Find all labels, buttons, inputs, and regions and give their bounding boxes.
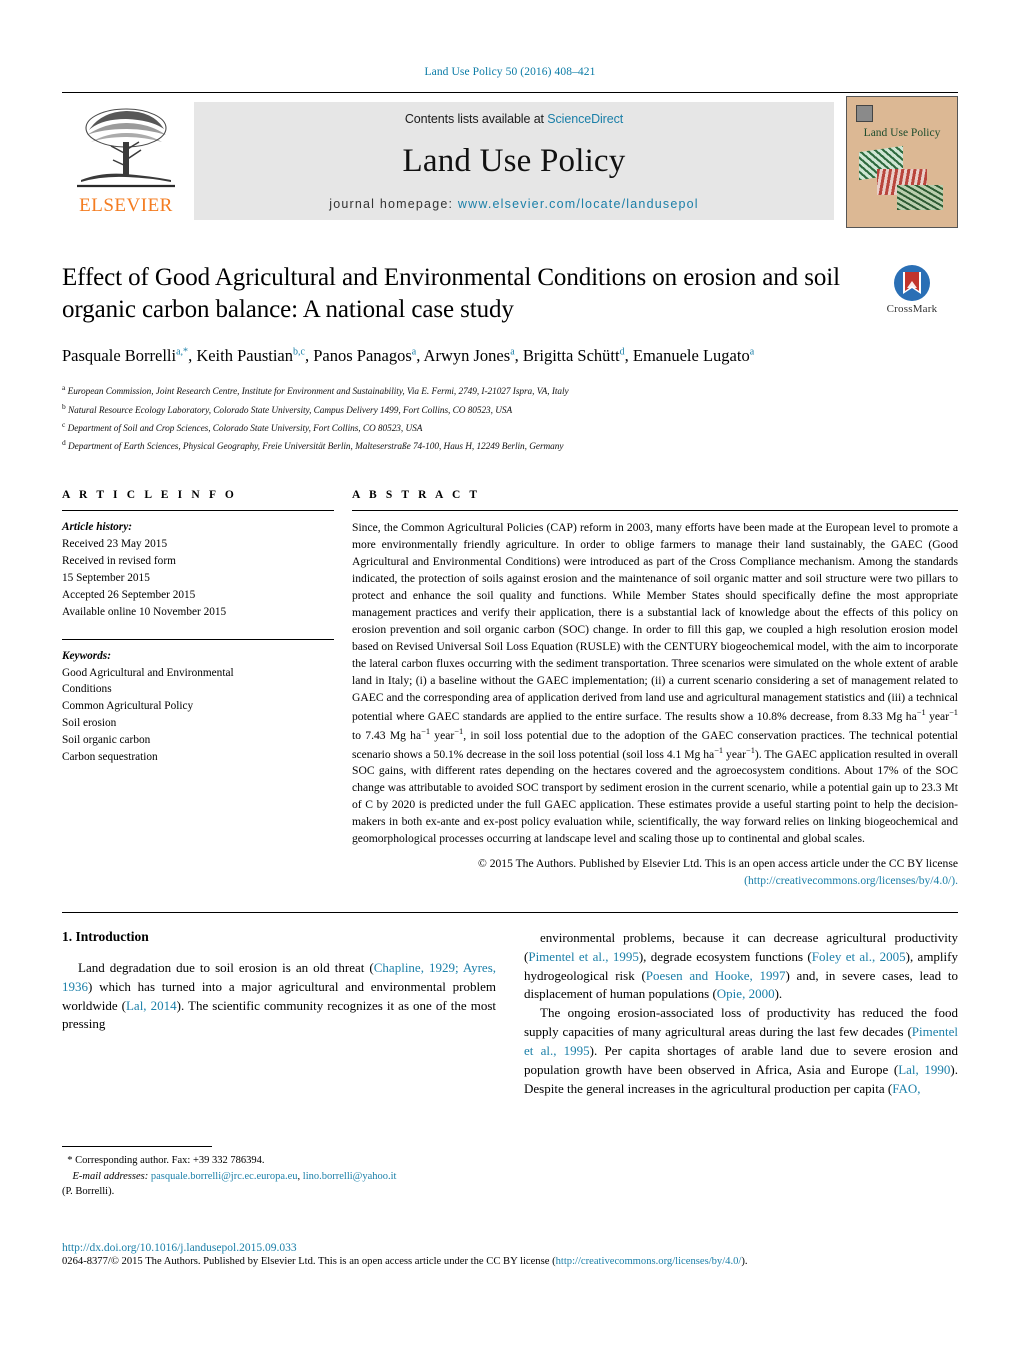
affiliation-text: European Commission, Joint Research Cent… bbox=[67, 387, 569, 398]
email-label: E-mail addresses: bbox=[72, 1170, 149, 1182]
footnote-divider bbox=[62, 1146, 212, 1147]
affiliation-mark: b bbox=[62, 401, 66, 411]
affiliation-item: d Department of Earth Sciences, Physical… bbox=[62, 437, 958, 455]
email-link-1[interactable]: pasquale.borrelli@jrc.ec.europa.eu bbox=[151, 1171, 298, 1182]
corresponding-author-note: * Corresponding author. Fax: +39 332 786… bbox=[62, 1153, 492, 1169]
cc-license-link[interactable]: (http://creativecommons.org/licenses/by/… bbox=[744, 874, 958, 887]
journal-band: Contents lists available at ScienceDirec… bbox=[194, 102, 834, 220]
sciencedirect-link[interactable]: ScienceDirect bbox=[547, 112, 623, 126]
page-footer: http://dx.doi.org/10.1016/j.landusepol.2… bbox=[62, 1242, 962, 1267]
intro-paragraph-left: Land degradation due to soil erosion is … bbox=[62, 959, 497, 1032]
copyright-text: © 2015 The Authors. Published by Elsevie… bbox=[478, 857, 958, 871]
article-info-heading: A R T I C L E I N F O bbox=[62, 488, 237, 501]
abstract-column: A B S T R A C T Since, the Common Agricu… bbox=[352, 489, 958, 890]
info-abstract-row: A R T I C L E I N F O Article history: R… bbox=[62, 489, 958, 890]
elsevier-logo: ELSEVIER bbox=[62, 102, 190, 228]
title-block: Effect of Good Agricultural and Environm… bbox=[62, 262, 958, 367]
crossmark-label: CrossMark bbox=[886, 303, 938, 315]
article-history-block: Article history: Received 23 May 2015 Re… bbox=[62, 511, 334, 621]
affiliation-item: a European Commission, Joint Research Ce… bbox=[62, 382, 958, 400]
history-line: Available online 10 November 2015 bbox=[62, 605, 227, 618]
affiliation-list: a European Commission, Joint Research Ce… bbox=[62, 382, 958, 455]
body-column-right: environmental problems, because it can d… bbox=[524, 929, 958, 1099]
abstract-heading: A B S T R A C T bbox=[352, 488, 481, 501]
author-list: Pasquale Borrellia,*, Keith Paustianb,c,… bbox=[62, 346, 755, 365]
elsevier-tree-icon bbox=[77, 108, 175, 188]
footer-license-link[interactable]: http://creativecommons.org/licenses/by/4… bbox=[556, 1256, 742, 1267]
footnote-block: * Corresponding author. Fax: +39 332 786… bbox=[62, 1146, 492, 1200]
homepage-prefix: journal homepage: bbox=[329, 197, 458, 211]
email-note: E-mail addresses: pasquale.borrelli@jrc.… bbox=[72, 1170, 397, 1182]
keyword-item: Common Agricultural Policy bbox=[62, 700, 194, 713]
affiliation-text: Natural Resource Ecology Laboratory, Col… bbox=[67, 405, 513, 416]
article-history-label: Article history: bbox=[62, 520, 132, 533]
contents-available-line: Contents lists available at ScienceDirec… bbox=[405, 112, 623, 126]
crossmark-badge[interactable]: CrossMark bbox=[866, 264, 958, 315]
elsevier-wordmark: ELSEVIER bbox=[79, 195, 173, 216]
email-link-2[interactable]: lino.borrelli@yahoo.it bbox=[303, 1171, 397, 1182]
affiliation-mark: c bbox=[62, 419, 66, 429]
affiliation-item: c Department of Soil and Crop Sciences, … bbox=[62, 419, 958, 437]
journal-cover-thumbnail: Land Use Policy bbox=[846, 96, 958, 228]
cc-license-url: http://creativecommons.org/licenses/by/4… bbox=[747, 874, 952, 888]
history-line: Accepted 26 September 2015 bbox=[62, 588, 196, 601]
affiliation-item: b Natural Resource Ecology Laboratory, C… bbox=[62, 401, 958, 419]
section-heading-introduction: 1. Introduction bbox=[62, 928, 149, 944]
cover-publisher-mark-icon bbox=[856, 105, 873, 122]
corresponding-author-text: * Corresponding author. Fax: +39 332 786… bbox=[67, 1155, 265, 1166]
keywords-label: Keywords: bbox=[62, 649, 111, 662]
intro-paragraph-right-1: environmental problems, because it can d… bbox=[524, 929, 958, 1002]
email-owner: (P. Borrelli). bbox=[62, 1186, 115, 1198]
title-column: Effect of Good Agricultural and Environm… bbox=[62, 262, 866, 367]
keyword-item: Carbon sequestration bbox=[62, 751, 158, 764]
cover-photo-3 bbox=[897, 185, 943, 210]
cover-title-text: Land Use Policy bbox=[863, 127, 941, 139]
keyword-item: Good Agricultural and Environmental bbox=[62, 666, 234, 679]
body-columns: 1. Introduction Land degradation due to … bbox=[62, 929, 958, 1099]
issn-copyright-line: 0264-8377/© 2015 The Authors. Published … bbox=[62, 1256, 962, 1267]
abstract-copyright: © 2015 The Authors. Published by Elsevie… bbox=[352, 856, 958, 890]
affiliation-text: Department of Earth Sciences, Physical G… bbox=[67, 441, 564, 452]
history-line: 15 September 2015 bbox=[62, 571, 150, 584]
body-top-divider bbox=[62, 911, 958, 913]
intro-paragraph-right-2: The ongoing erosion-associated loss of p… bbox=[524, 1005, 959, 1096]
affiliation-mark: d bbox=[62, 437, 66, 447]
running-head: Land Use Policy 50 (2016) 408–421 bbox=[424, 66, 596, 78]
issn-suffix: ). bbox=[741, 1256, 748, 1267]
homepage-url-link[interactable]: www.elsevier.com/locate/landusepol bbox=[458, 197, 699, 211]
keyword-item: Soil organic carbon bbox=[62, 734, 151, 747]
history-line: Received 23 May 2015 bbox=[62, 537, 168, 550]
contents-prefix: Contents lists available at bbox=[404, 112, 548, 126]
history-line: Received in revised form bbox=[62, 554, 176, 567]
issn-prefix: 0264-8377/© 2015 The Authors. Published … bbox=[62, 1256, 556, 1267]
journal-masthead: ELSEVIER Contents lists available at Sci… bbox=[62, 92, 958, 228]
page-title: Effect of Good Agricultural and Environm… bbox=[62, 264, 840, 323]
crossmark-icon[interactable] bbox=[893, 264, 931, 302]
doi-link[interactable]: http://dx.doi.org/10.1016/j.landusepol.2… bbox=[62, 1242, 962, 1254]
journal-title: Land Use Policy bbox=[402, 143, 626, 179]
paper-page: Land Use Policy 50 (2016) 408–421 ELSEVI… bbox=[0, 0, 1020, 1351]
keywords-block: Keywords: Good Agricultural and Environm… bbox=[62, 640, 334, 767]
keyword-item: Soil erosion bbox=[62, 717, 117, 730]
affiliation-mark: a bbox=[62, 383, 66, 393]
article-info-column: A R T I C L E I N F O Article history: R… bbox=[62, 489, 352, 890]
keyword-item: Conditions bbox=[62, 683, 112, 696]
affiliation-text: Department of Soil and Crop Sciences, Co… bbox=[67, 423, 423, 434]
journal-homepage-line: journal homepage: www.elsevier.com/locat… bbox=[329, 197, 699, 211]
abstract-text: Since, the Common Agricultural Policies … bbox=[352, 520, 958, 846]
body-column-left: 1. Introduction Land degradation due to … bbox=[62, 929, 496, 1099]
